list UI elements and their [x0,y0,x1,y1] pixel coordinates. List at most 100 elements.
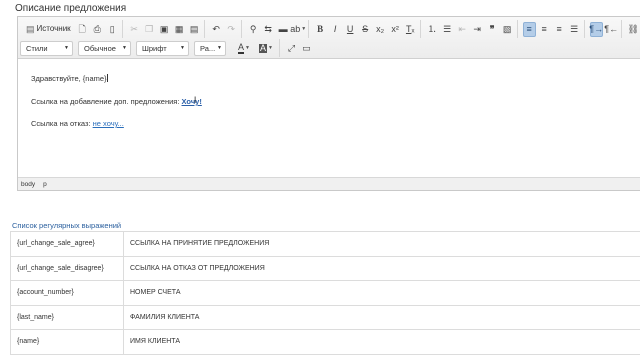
preview-button[interactable]: 🗋 [76,22,89,37]
text-color-button[interactable]: A ▼ [234,41,254,56]
path-item-p[interactable]: p [43,181,47,188]
rich-text-editor: ▤ Источник 🗋 ⎙ ▯ ✂ ❐ ▣ ▦ ▤ ↶ ↷ ⚲ ⇆ ▬ ab ▼ [17,16,640,191]
undo-button[interactable]: ↶ [210,22,223,37]
cut-button[interactable]: ✂ [128,22,141,37]
indent-button[interactable]: ⇥ [471,22,484,37]
format-combo[interactable]: Обычное ▼ [78,40,131,56]
underline-button[interactable]: U [344,22,357,37]
templates-button[interactable]: ▯ [106,22,119,37]
paste-button[interactable]: ▣ [158,22,171,37]
paste-text-icon: ▦ [174,23,184,34]
regex-description: ФАМИЛИЯ КЛИЕНТА [123,304,640,330]
chevron-down-icon: ▼ [180,45,185,51]
subscript-button[interactable]: x₂ [374,22,387,37]
search-icon: ⚲ [249,23,257,34]
remove-format-button[interactable]: Tₓ [404,22,417,37]
link-icon: ⛓ [627,23,639,34]
regex-key: {url_change_sale_agree} [10,231,124,257]
italic-icon: I [333,23,337,34]
underline-icon: U [346,23,354,34]
paste-word-icon: ▤ [189,23,199,34]
align-center-button[interactable]: ≡ [538,22,551,37]
align-center-icon: ≡ [541,23,547,34]
source-label: Источник [36,24,71,33]
table-row: {url_change_sale_agree} ССЫЛКА НА ПРИНЯТ… [10,231,640,257]
styles-combo-label: Стили [26,43,48,53]
align-left-button[interactable]: ≡ [522,21,536,37]
superscript-icon: x² [391,23,399,34]
agree-text: Ссылка на добавление доп. предложения: [31,97,182,106]
show-blocks-icon: ▭ [302,42,311,53]
table-row: {account_number} НОМЕР СЧЕТА [10,280,640,306]
redo-icon: ↷ [227,23,235,34]
styles-combo[interactable]: Стили ▼ [20,40,73,56]
editor-content[interactable]: Здравствуйте, {name} Ссылка на добавлени… [18,60,640,178]
superscript-button[interactable]: x² [389,22,402,37]
content-line-agree: Ссылка на добавление доп. предложения: Х… [31,95,633,107]
agree-link[interactable]: Хочу! [182,97,202,106]
chevron-down-icon: ▼ [64,45,69,51]
regex-key: {account_number} [10,280,124,306]
table-row: {name} ИМЯ КЛИЕНТА [10,329,640,355]
div-icon: ▧ [502,23,512,34]
bold-button[interactable]: B [314,22,327,37]
select-all-icon: ▬ [278,23,288,34]
source-button[interactable]: ▤ Источник [23,22,74,37]
remove-format-icon: Tₓ [405,23,415,34]
bulleted-list-icon: ☰ [443,23,452,34]
bulleted-list-button[interactable]: ☰ [441,22,454,37]
rtl-button[interactable]: ¶← [604,22,618,37]
copy-icon: ❐ [145,23,154,34]
background-color-button[interactable]: A ▼ [256,41,276,56]
outdent-icon: ⇤ [458,23,466,34]
blockquote-icon: ❞ [489,23,495,34]
strikethrough-icon: S [362,23,369,34]
div-button[interactable]: ▧ [501,22,514,37]
chevron-down-icon: ▼ [122,45,127,51]
cut-icon: ✂ [130,23,138,34]
regex-description: ССЫЛКА НА ПРИНЯТИЕ ПРЕДЛОЖЕНИЯ [123,231,640,257]
toolbar-row-1: ▤ Источник 🗋 ⎙ ▯ ✂ ❐ ▣ ▦ ▤ ↶ ↷ ⚲ ⇆ ▬ ab ▼ [20,20,640,38]
spellcheck-button[interactable]: ab ▼ [290,22,306,37]
show-blocks-button[interactable]: ▭ [300,41,313,56]
content-line-greeting: Здравствуйте, {name} [31,74,633,83]
align-justify-button[interactable]: ☰ [568,22,581,37]
replace-icon: ⇆ [264,23,272,34]
copy-button[interactable]: ❐ [143,22,156,37]
redo-button[interactable]: ↷ [225,22,238,37]
regex-description: НОМЕР СЧЕТА [123,280,640,306]
ibeam-cursor-icon: I [193,95,197,105]
font-combo[interactable]: Шрифт ▼ [136,40,189,56]
select-all-button[interactable]: ▬ [277,22,290,37]
ltr-button[interactable]: ¶→ [589,21,603,37]
blockquote-button[interactable]: ❞ [486,22,499,37]
background-color-icon: A [259,42,268,53]
numbered-list-button[interactable]: ⒈ [426,22,439,37]
maximize-button[interactable]: ⤢ [285,41,298,56]
section-title: Описание предложения [15,3,127,14]
italic-button[interactable]: I [329,22,342,37]
link-button[interactable]: ⛓ [627,22,640,37]
strike-button[interactable]: S [359,22,372,37]
toolbar-group-tools: ⤢ ▭ [282,39,316,57]
path-item-body[interactable]: body [21,181,35,188]
text-color-icon: A [238,41,245,54]
disagree-link[interactable]: не хочу... [93,119,124,128]
paste-word-button[interactable]: ▤ [188,22,201,37]
toolbar-group-basic-styles: B I U S x₂ x² Tₓ [311,20,421,38]
align-right-icon: ≡ [556,23,562,34]
font-size-combo-label: Ра... [200,43,216,53]
undo-icon: ↶ [212,23,220,34]
font-combo-label: Шрифт [142,43,167,53]
print-button[interactable]: ⎙ [91,22,104,37]
toolbar-group-align: ≡ ≡ ≡ ☰ [520,20,585,38]
replace-button[interactable]: ⇆ [262,22,275,37]
outdent-button[interactable]: ⇤ [456,22,469,37]
font-size-combo[interactable]: Ра... ▼ [194,40,226,56]
toolbar-row-2: Стили ▼ Обычное ▼ Шрифт ▼ Ра... ▼ A ▼ A ▼ … [20,39,318,57]
paste-text-button[interactable]: ▦ [173,22,186,37]
find-button[interactable]: ⚲ [247,22,260,37]
element-path-bar: body p [18,177,640,190]
toolbar-group-direction: ¶→ ¶← [587,20,622,38]
align-right-button[interactable]: ≡ [553,22,566,37]
